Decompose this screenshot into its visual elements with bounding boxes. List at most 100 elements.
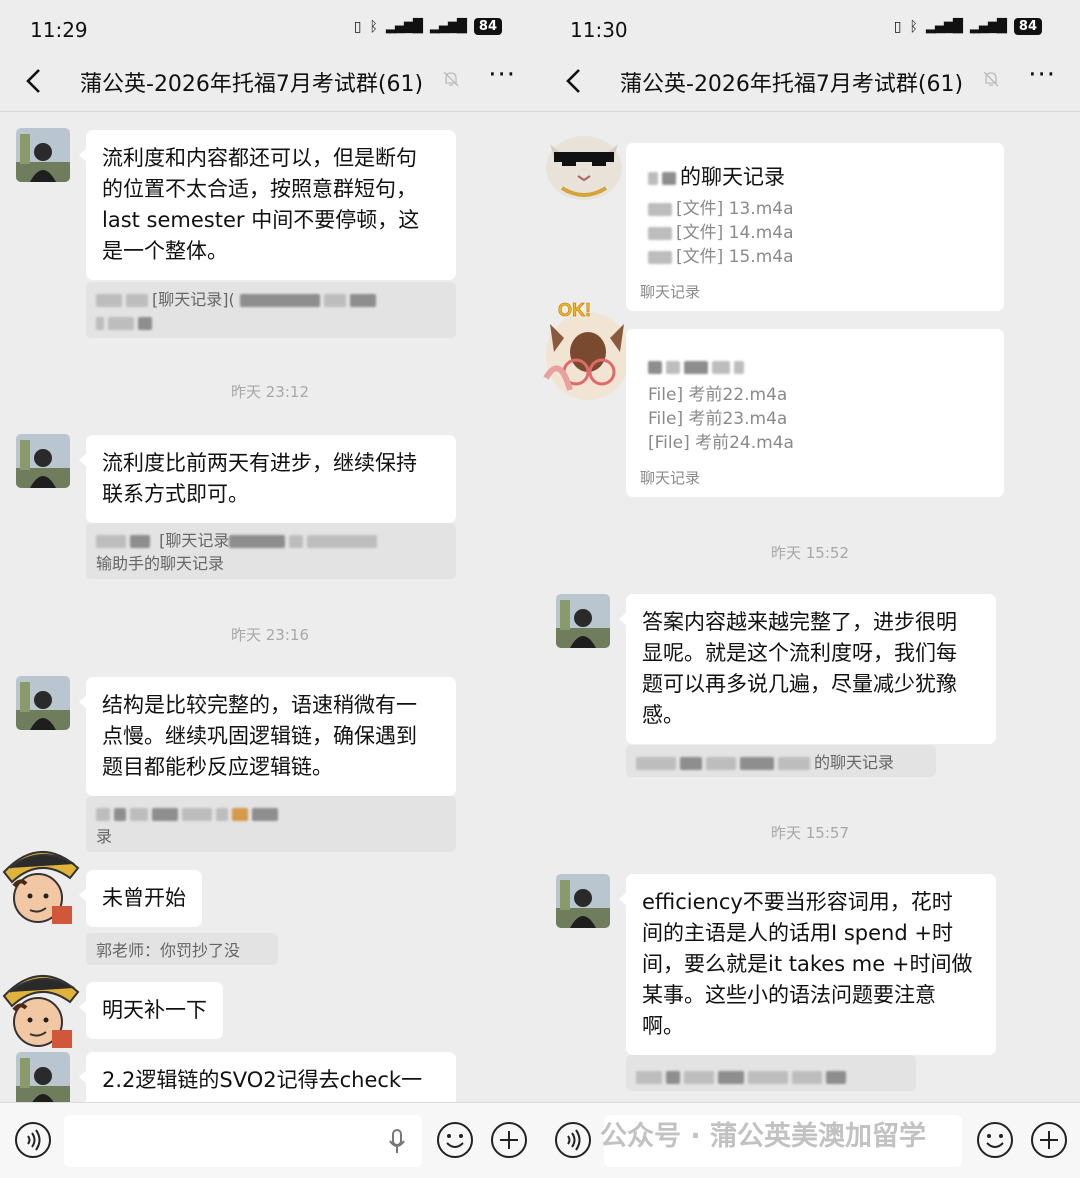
avatar[interactable]: OK! (540, 294, 632, 406)
bluetooth-icon: ᛒ (369, 18, 378, 35)
title-bar: 蒲公英-2026年托福7月考试群(61) ··· (0, 58, 540, 112)
status-time: 11:29 (30, 18, 88, 42)
message-bubble[interactable]: 流利度比前两天有进步，继续保持 联系方式即可。 (79, 435, 456, 523)
message-line: 的位置不太合适，按照意群短句， (102, 177, 417, 201)
file-item: File] 考前23.m4a (648, 409, 788, 429)
chat-title: 蒲公英-2026年托福7月考试群(61) (80, 72, 424, 97)
message-line: 联系方式即可。 (102, 482, 249, 506)
file-item: [文件] 15.m4a (676, 247, 794, 267)
message-line: 题可以再多说几遍，尽量减少犹豫 (642, 672, 957, 696)
voice-input-icon[interactable] (14, 1121, 52, 1159)
quoted-message[interactable]: [聊天记录]( (86, 282, 456, 338)
message-line: 感。 (642, 703, 684, 727)
avatar[interactable] (556, 594, 610, 648)
more-options-icon[interactable]: ··· (488, 60, 516, 90)
message-line: 某事。这些小的语法问题要注意 (642, 983, 936, 1007)
quote-text: 郭老师：你罚抄了没 (96, 941, 241, 960)
message-bubble[interactable]: efficiency不要当形容词用，花时 间的主语是人的话用I spend +时… (619, 874, 996, 1055)
chat-history-card[interactable]: File] 考前22.m4a File] 考前23.m4a [File] 考前2… (626, 329, 1004, 497)
left-screen: 11:29 ▯ ᛒ ▂▄▆█ ▂▄▆█ 84 蒲公英-2026年托福7月考试群(… (0, 0, 540, 1178)
quote-text: 的聊天记录 (814, 753, 895, 772)
quote-text: 录 (96, 827, 113, 846)
card-title-blurred (648, 357, 748, 376)
avatar[interactable] (542, 124, 626, 204)
back-icon[interactable] (560, 66, 590, 96)
card-title: 的聊天记录 (680, 165, 785, 189)
vibrate-icon: ▯ (893, 18, 902, 35)
card-footer: 聊天记录 (640, 283, 701, 301)
emoji-icon[interactable] (436, 1121, 474, 1159)
message-line: 是一个整体。 (102, 239, 228, 263)
signal-icon: ▂▄▆█ (925, 19, 963, 34)
vibrate-icon: ▯ (353, 18, 362, 35)
quote-text: [聊天记录 (159, 531, 230, 550)
voice-input-icon[interactable] (554, 1121, 592, 1159)
signal-icon: ▂▄▆█ (429, 19, 467, 34)
message-line: 间，要么就是it takes me +时间做 (642, 952, 973, 976)
avatar[interactable] (556, 874, 610, 928)
avatar[interactable] (16, 676, 70, 730)
message-line: 答案内容越来越完整了，进步很明 (642, 610, 957, 634)
message-line: 2.2逻辑链的SVO2记得去check一 (102, 1068, 423, 1092)
quote-text: [聊天记录]( (152, 290, 235, 309)
timestamp: 昨天 15:57 (771, 824, 849, 842)
card-file-list: [文件] 13.m4a [文件] 14.m4a [文件] 15.m4a (648, 197, 794, 269)
add-icon[interactable] (490, 1121, 528, 1159)
avatar[interactable] (0, 838, 80, 928)
add-icon[interactable] (1030, 1121, 1068, 1159)
chat-history-card[interactable]: 的聊天记录 [文件] 13.m4a [文件] 14.m4a [文件] 15.m4… (626, 143, 1004, 311)
file-item: File] 考前22.m4a (648, 385, 788, 405)
emoji-icon[interactable] (976, 1121, 1014, 1159)
message-line: 流利度和内容都还可以，但是断句 (102, 146, 417, 170)
message-line: 题目都能秒反应逻辑链。 (102, 755, 333, 779)
quoted-message[interactable]: 录 (86, 796, 456, 852)
mute-bell-icon (443, 71, 459, 87)
sticker-text: OK! (558, 300, 591, 320)
battery-icon: 84 (1013, 18, 1042, 35)
message-line: 啊。 (642, 1014, 684, 1038)
title-bar: 蒲公英-2026年托福7月考试群(61) ··· (540, 58, 1080, 112)
message-line: 未曾开始 (102, 886, 186, 910)
status-time: 11:30 (570, 18, 628, 42)
status-icons: ▯ ᛒ ▂▄▆█ ▂▄▆█ 84 (894, 18, 1042, 35)
message-line: 结构是比较完整的，语速稍微有一 (102, 693, 417, 717)
bluetooth-icon: ᛒ (909, 18, 918, 35)
message-line: 明天补一下 (102, 998, 207, 1022)
avatar[interactable] (16, 1052, 70, 1106)
message-line: last semester 中间不要停顿，这 (102, 208, 420, 232)
avatar[interactable] (16, 128, 70, 182)
message-line: 流利度比前两天有进步，继续保持 (102, 451, 417, 475)
message-line: 显呢。就是这个流利度呀，我们每 (642, 641, 957, 665)
quote-text: 输助手的聊天记录 (96, 554, 225, 573)
message-input[interactable] (64, 1115, 422, 1167)
file-item: [File] 考前24.m4a (648, 433, 794, 453)
quoted-message[interactable] (626, 1055, 916, 1091)
message-line: 点慢。继续巩固逻辑链，确保遇到 (102, 724, 417, 748)
status-bar: 11:29 ▯ ᛒ ▂▄▆█ ▂▄▆█ 84 (0, 0, 540, 58)
message-bubble[interactable]: 答案内容越来越完整了，进步很明 显呢。就是这个流利度呀，我们每 题可以再多说几遍… (619, 594, 996, 744)
status-bar: 11:30 ▯ ᛒ ▂▄▆█ ▂▄▆█ 84 (540, 0, 1080, 58)
message-bubble[interactable]: 未曾开始 (79, 870, 202, 927)
card-file-list: File] 考前22.m4a File] 考前23.m4a [File] 考前2… (648, 383, 794, 455)
quoted-message[interactable]: 的聊天记录 (626, 745, 936, 777)
message-bubble[interactable]: 流利度和内容都还可以，但是断句 的位置不太合适，按照意群短句， last sem… (79, 130, 456, 280)
file-item: [文件] 14.m4a (676, 223, 794, 243)
avatar[interactable] (0, 962, 80, 1052)
watermark: 公众号 · 蒲公英美澳加留学 (600, 1121, 927, 1152)
card-footer: 聊天记录 (640, 469, 701, 487)
message-bubble[interactable]: 结构是比较完整的，语速稍微有一 点慢。继续巩固逻辑链，确保遇到 题目都能秒反应逻… (79, 677, 456, 796)
message-line: 间的主语是人的话用I spend +时 (642, 921, 953, 945)
back-icon[interactable] (20, 66, 50, 96)
chat-title: 蒲公英-2026年托福7月考试群(61) (620, 72, 964, 97)
quoted-message[interactable]: 郭老师：你罚抄了没 (86, 933, 278, 965)
message-line: efficiency不要当形容词用，花时 (642, 890, 953, 914)
input-bar (0, 1102, 540, 1178)
message-bubble[interactable]: 明天补一下 (79, 982, 223, 1039)
more-options-icon[interactable]: ··· (1028, 60, 1056, 90)
quoted-message[interactable]: [聊天记录 输助手的聊天记录 (86, 523, 456, 579)
microphone-icon[interactable] (388, 1129, 406, 1155)
battery-icon: 84 (473, 18, 502, 35)
avatar[interactable] (16, 434, 70, 488)
timestamp: 昨天 23:16 (231, 626, 309, 644)
right-screen: 11:30 ▯ ᛒ ▂▄▆█ ▂▄▆█ 84 蒲公英-2026年托福7月考试群(… (540, 0, 1080, 1178)
